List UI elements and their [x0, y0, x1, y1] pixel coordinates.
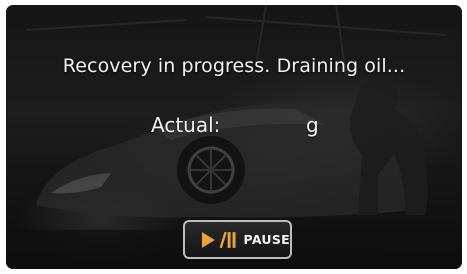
actual-label: Actual:: [151, 113, 221, 137]
actual-readout: Actual: g: [6, 113, 462, 141]
play-pause-icon: [201, 231, 236, 248]
pause-label: PAUSE: [243, 232, 290, 247]
actual-unit: g: [306, 113, 319, 137]
pause-button[interactable]: PAUSE: [183, 220, 292, 259]
status-message: Recovery in progress. Draining oil...: [62, 55, 406, 77]
recovery-screen: Recovery in progress. Draining oil... Ac…: [6, 5, 462, 269]
